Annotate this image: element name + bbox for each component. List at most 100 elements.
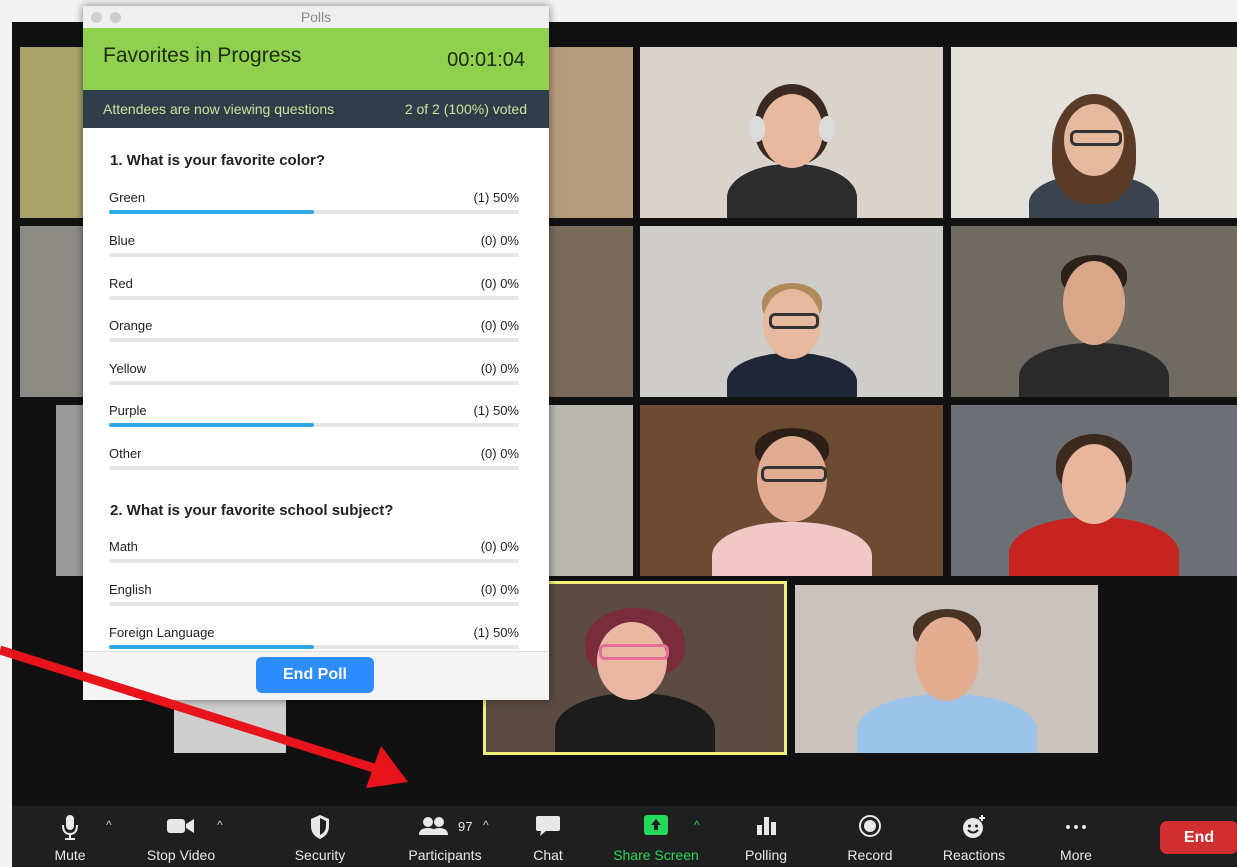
mute-options-caret[interactable]: ^ [106, 818, 112, 832]
share-screen-label: Share Screen [613, 847, 699, 863]
participants-button[interactable]: 97 ^ Participants [390, 806, 500, 867]
option-bar-track [109, 296, 519, 300]
chat-label: Chat [533, 847, 563, 863]
video-tile[interactable] [951, 405, 1237, 576]
participant-video [1004, 422, 1184, 576]
option-result: (0) 0% [480, 361, 519, 376]
option-bar-track [109, 423, 519, 427]
video-tile[interactable] [951, 47, 1237, 218]
participant-video [1014, 74, 1174, 218]
poll-question: 2. What is your favorite school subject? [110, 502, 394, 519]
participants-label: Participants [408, 847, 482, 863]
option-result: (0) 0% [480, 446, 519, 461]
video-tile[interactable] [20, 226, 86, 397]
share-screen-button[interactable]: Share Screen [606, 806, 706, 867]
video-tile[interactable] [795, 585, 1098, 753]
participant-video [707, 273, 877, 397]
record-label: Record [847, 847, 893, 863]
end-meeting-button[interactable]: End [1160, 821, 1237, 854]
smiley-plus-icon [961, 814, 987, 845]
option-bar-track [109, 210, 519, 214]
participants-count: 97 [458, 819, 473, 834]
option-label: Purple [109, 403, 147, 418]
window-titlebar: Polls [83, 6, 549, 28]
record-circle-icon [858, 814, 882, 843]
people-icon [417, 814, 449, 843]
poll-option: Blue (0) 0% [109, 233, 519, 257]
poll-option: Red (0) 0% [109, 276, 519, 300]
shield-icon [309, 814, 331, 845]
option-result: (0) 0% [480, 582, 519, 597]
video-tile[interactable] [640, 405, 943, 576]
poll-option: Purple (1) 50% [109, 403, 519, 427]
poll-vote-count: 2 of 2 (100%) voted [404, 101, 527, 117]
meeting-toolbar: Mute ^ Stop Video ^ Security 97 ^ Partic… [12, 806, 1237, 867]
polls-window: Polls Favorites in Progress 00:01:04 Att… [83, 6, 549, 700]
stop-video-button[interactable]: Stop Video [132, 806, 230, 867]
security-label: Security [294, 847, 346, 863]
option-bar-track [109, 338, 519, 342]
option-result: (1) 50% [473, 190, 519, 205]
participant-video [697, 422, 887, 576]
reactions-button[interactable]: Reactions [932, 806, 1016, 867]
option-label: English [109, 582, 152, 597]
option-label: Yellow [109, 361, 147, 376]
video-camera-icon [165, 814, 197, 843]
option-bar-track [109, 381, 519, 385]
record-button[interactable]: Record [838, 806, 902, 867]
option-bar-track [109, 602, 519, 606]
poll-status-bar: Attendees are now viewing questions 2 of… [83, 90, 549, 128]
poll-timer: 00:01:04 [447, 49, 525, 71]
option-label: Orange [109, 318, 153, 333]
option-label: Blue [109, 233, 136, 248]
option-bar-fill [109, 210, 314, 214]
video-tile[interactable] [549, 226, 633, 397]
mute-button[interactable]: Mute [42, 806, 98, 867]
poll-status-text: Attendees are now viewing questions [103, 101, 335, 117]
poll-results: 1. What is your favorite color? Green (1… [83, 128, 549, 652]
window-title: Polls [300, 9, 332, 25]
poll-option: Foreign Language (1) 50% [109, 625, 519, 649]
poll-name: Favorites in Progress [103, 44, 302, 67]
poll-footer: End Poll [83, 651, 549, 700]
zoom-meeting-window: Polls Favorites in Progress 00:01:04 Att… [0, 0, 1237, 867]
video-tile[interactable] [951, 226, 1237, 397]
option-result: (0) 0% [480, 276, 519, 291]
poll-question: 1. What is your favorite color? [110, 152, 326, 169]
option-bar-track [109, 645, 519, 649]
chat-button[interactable]: Chat [520, 806, 576, 867]
mute-label: Mute [54, 847, 86, 863]
microphone-icon [60, 814, 80, 847]
poll-header: Favorites in Progress 00:01:04 [83, 28, 549, 90]
video-tile[interactable] [549, 405, 633, 576]
share-arrow-icon [643, 814, 669, 841]
video-tile[interactable] [56, 405, 86, 576]
poll-option: Green (1) 50% [109, 190, 519, 214]
poll-option: Orange (0) 0% [109, 318, 519, 342]
option-bar-fill [109, 645, 314, 649]
option-label: Green [109, 190, 146, 205]
end-poll-button[interactable]: End Poll [256, 657, 374, 693]
more-button[interactable]: More [1046, 806, 1106, 867]
option-result: (0) 0% [480, 233, 519, 248]
video-tile[interactable] [640, 226, 943, 397]
option-result: (1) 50% [473, 625, 519, 640]
video-tile[interactable] [20, 47, 86, 218]
video-options-caret[interactable]: ^ [217, 818, 223, 832]
poll-option: Math (0) 0% [109, 539, 519, 563]
participant-video [707, 64, 877, 218]
polling-button[interactable]: Polling [734, 806, 798, 867]
option-bar-track [109, 466, 519, 470]
security-button[interactable]: Security [280, 806, 360, 867]
more-label: More [1060, 847, 1092, 863]
option-bar-track [109, 253, 519, 257]
reactions-label: Reactions [942, 847, 1006, 863]
poll-option: Yellow (0) 0% [109, 361, 519, 385]
video-tile[interactable] [640, 47, 943, 218]
participants-options-caret[interactable]: ^ [483, 818, 489, 832]
share-options-caret[interactable]: ^ [694, 818, 700, 832]
ellipsis-icon [1064, 818, 1088, 836]
participant-video [545, 598, 725, 752]
participant-video [1009, 243, 1179, 397]
video-tile[interactable] [549, 47, 633, 218]
